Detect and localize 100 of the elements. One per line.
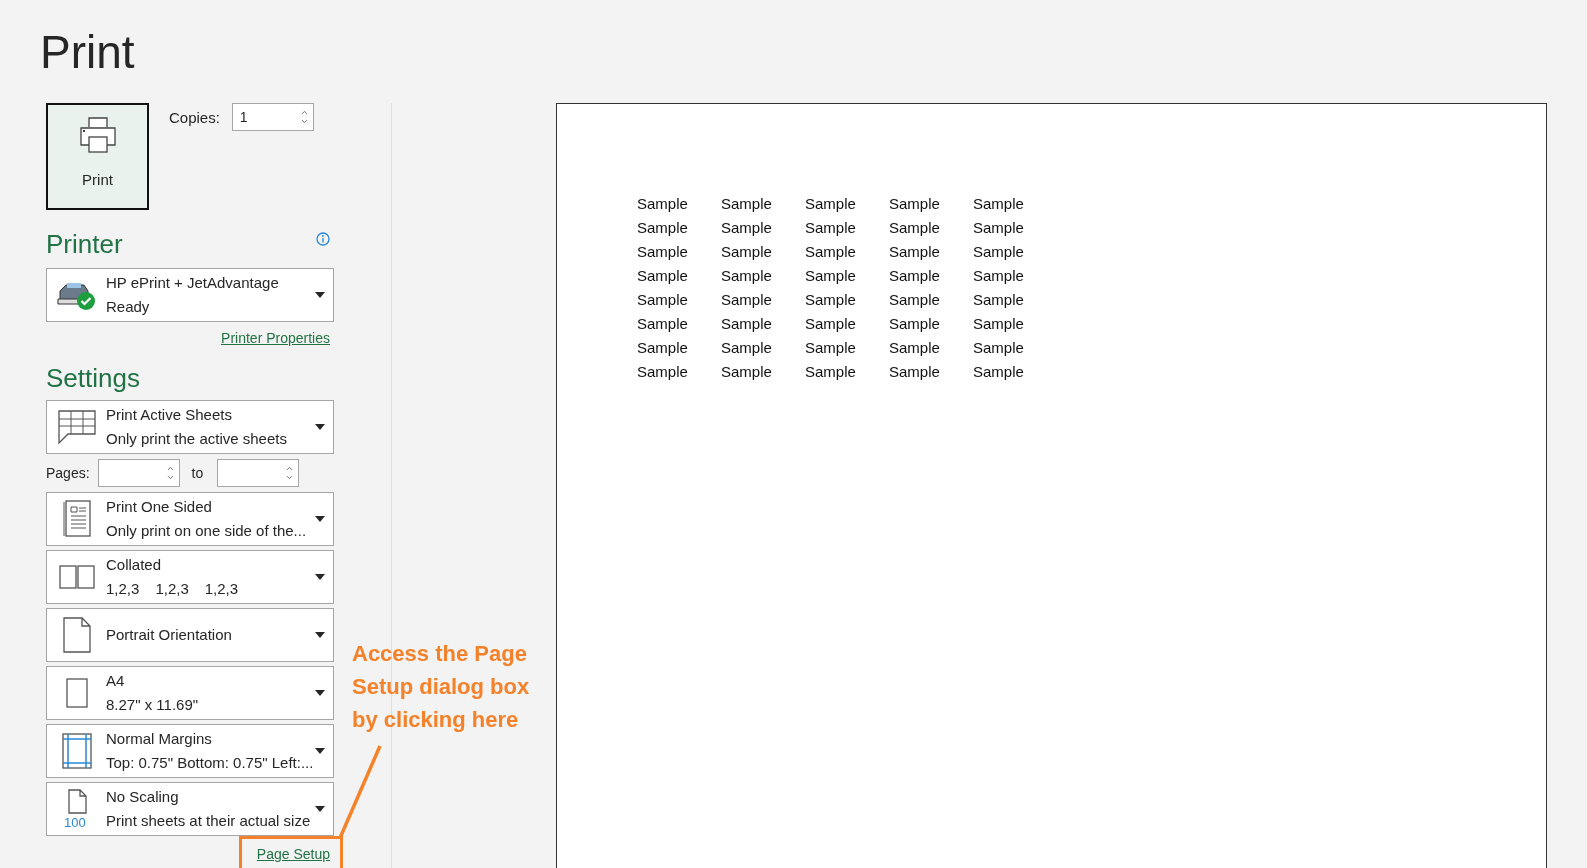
setting-description: Top: 0.75" Bottom: 0.75" Left:... (106, 754, 314, 772)
printer-name: HP ePrint + JetAdvantage (106, 274, 279, 292)
setting-title: Print Active Sheets (106, 406, 232, 424)
setting-title: No Scaling (106, 788, 179, 806)
preview-cell: Sample (973, 242, 1024, 261)
dropdown-caret-icon (315, 632, 325, 638)
page-title: Print (40, 25, 135, 78)
preview-cell: Sample (889, 194, 940, 213)
two-pages-icon (58, 565, 95, 589)
setting-dropdown[interactable]: Print Active Sheets Only print the active sheets (46, 400, 334, 454)
preview-cell: Sample (721, 290, 772, 309)
preview-cell: Sample (805, 242, 856, 261)
spin-down-icon[interactable] (285, 473, 295, 482)
dropdown-caret-icon (315, 748, 325, 754)
preview-cell: Sample (637, 290, 688, 309)
preview-cell: Sample (721, 362, 772, 381)
preview-cell: Sample (805, 266, 856, 285)
settings-heading: Settings (46, 362, 140, 394)
dropdown-caret-icon (315, 292, 325, 298)
dropdown-caret-icon (315, 574, 325, 580)
preview-cell: Sample (637, 362, 688, 381)
setting-dropdown[interactable]: Collated 1,2,3 1,2,3 1,2,3 (46, 550, 334, 604)
preview-cell: Sample (973, 266, 1024, 285)
dropdown-caret-icon (315, 516, 325, 522)
printer-properties-link[interactable]: Printer Properties (221, 329, 330, 347)
portrait-page-icon (62, 617, 91, 653)
printer-heading: Printer (46, 228, 123, 260)
preview-cell: Sample (805, 362, 856, 381)
spin-up-icon[interactable] (299, 108, 309, 117)
dropdown-caret-icon (315, 424, 325, 430)
preview-cell: Sample (637, 194, 688, 213)
setting-description: Only print the active sheets (106, 430, 287, 448)
preview-cell: Sample (805, 218, 856, 237)
page-icon (65, 678, 88, 708)
printer-icon (79, 117, 116, 153)
preview-cell: Sample (721, 218, 772, 237)
setting-title: A4 (106, 672, 125, 690)
preview-cell: Sample (721, 242, 772, 261)
document-icon (61, 500, 92, 538)
preview-cell: Sample (889, 314, 940, 333)
setting-description: Print sheets at their actual size (106, 812, 311, 830)
preview-cell: Sample (637, 338, 688, 357)
preview-cell: Sample (721, 266, 772, 285)
margins-icon (61, 733, 92, 769)
pages-label: Pages: (46, 465, 90, 481)
setting-dropdown[interactable]: 100 No Scaling Print sheets at their actual size (46, 782, 334, 836)
page-setup-link[interactable]: Page Setup (256, 845, 330, 863)
preview-cell: Sample (637, 242, 688, 261)
preview-cell: Sample (973, 362, 1024, 381)
preview-cell: Sample (973, 314, 1024, 333)
setting-dropdown[interactable]: Portrait Orientation (46, 608, 334, 662)
setting-description: Only print on one side of the... (106, 522, 307, 540)
preview-cell: Sample (637, 314, 688, 333)
setting-title: Collated (106, 556, 162, 574)
preview-cell: Sample (805, 314, 856, 333)
spin-down-icon[interactable] (165, 473, 175, 482)
preview-cell: Sample (721, 338, 772, 357)
preview-cell: Sample (805, 338, 856, 357)
setting-dropdown[interactable]: A4 8.27" x 11.69" (46, 666, 334, 720)
copies-label: Copies: (169, 109, 220, 126)
info-icon[interactable] (316, 232, 330, 246)
collate-order: 1,2,3 (204, 580, 239, 598)
spin-down-icon[interactable] (299, 117, 309, 126)
setting-title: Portrait Orientation (106, 626, 232, 644)
preview-cell: Sample (805, 194, 856, 213)
pages-to-field[interactable] (217, 459, 300, 487)
pages-from-field[interactable] (97, 459, 180, 487)
setting-description: 8.27" x 11.69" (106, 696, 199, 714)
setting-dropdown[interactable]: Print One Sided Only print on one side of the... (46, 492, 334, 546)
setting-dropdown[interactable]: Normal Margins Top: 0.75" Bottom: 0.75" Left:... (46, 724, 334, 778)
preview-cell: Sample (637, 218, 688, 237)
spin-up-icon[interactable] (165, 464, 175, 473)
to-label: to (191, 465, 204, 481)
setting-title: Print One Sided (106, 498, 212, 516)
preview-cell: Sample (637, 266, 688, 285)
preview-cell: Sample (973, 290, 1024, 309)
preview-cell: Sample (889, 242, 940, 261)
preview-cell: Sample (721, 194, 772, 213)
copies-field[interactable]: 1 (231, 103, 314, 131)
printer-dropdown[interactable]: HP ePrint + JetAdvantage Ready (46, 268, 334, 322)
printer-status: Ready (106, 298, 150, 316)
preview-cell: Sample (721, 314, 772, 333)
preview-cell: Sample (973, 194, 1024, 213)
preview-cell: Sample (973, 338, 1024, 357)
preview-cell: Sample (889, 362, 940, 381)
collate-order: 1,2,3 (106, 580, 140, 598)
preview-cell: Sample (805, 290, 856, 309)
dropdown-caret-icon (315, 690, 325, 696)
annotation-text: Access the Page Setup dialog box by clicking here (352, 640, 530, 734)
print-button[interactable]: Print (46, 103, 149, 210)
preview-cell: Sample (889, 338, 940, 357)
grid-icon (57, 410, 96, 444)
preview-cell: Sample (889, 266, 940, 285)
spin-up-icon[interactable] (285, 464, 295, 473)
setting-title: Normal Margins (106, 730, 212, 748)
preview-cell: Sample (973, 218, 1024, 237)
dropdown-caret-icon (315, 806, 325, 812)
collate-order: 1,2,3 (155, 580, 189, 598)
preview-cell: Sample (889, 218, 940, 237)
preview-cell: Sample (889, 290, 940, 309)
